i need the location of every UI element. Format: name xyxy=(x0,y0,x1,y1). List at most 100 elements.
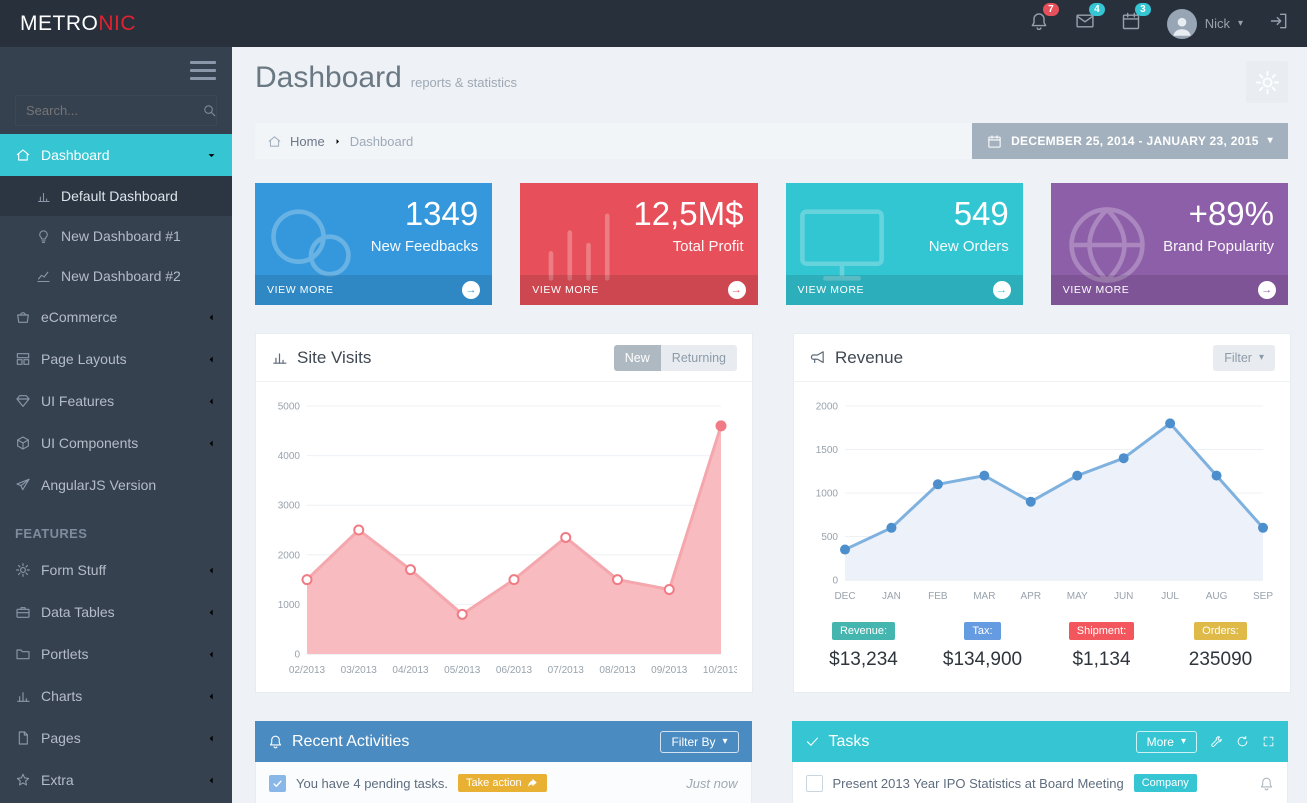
svg-text:JUN: JUN xyxy=(1114,591,1133,602)
sidebar-item-label: Portlets xyxy=(41,646,88,662)
refresh-icon[interactable] xyxy=(1236,735,1249,748)
stat-badge: Shipment: xyxy=(1069,622,1135,640)
bell-icon[interactable] xyxy=(1259,776,1274,791)
chevron-left-icon xyxy=(206,649,217,660)
stat-value: 549 xyxy=(786,183,1023,233)
sidebar-item-portlets[interactable]: Portlets xyxy=(0,633,232,675)
sidebar-item-angularjs-version[interactable]: AngularJS Version xyxy=(0,464,232,506)
view-more-button[interactable]: VIEW MORE→ xyxy=(1051,275,1288,305)
sidebar-item-pages[interactable]: Pages xyxy=(0,717,232,759)
revenue-summary-row: Revenue:$13,234Tax:$134,900Shipment:$1,1… xyxy=(794,613,1290,687)
view-more-label: VIEW MORE xyxy=(267,284,334,296)
chevron-left-icon xyxy=(206,775,217,786)
bar-chart-icon xyxy=(271,349,288,366)
sidebar-item-label: eCommerce xyxy=(41,309,117,325)
breadcrumb-home[interactable]: Home xyxy=(290,134,325,149)
wrench-icon[interactable] xyxy=(1210,735,1223,748)
calendar-tasks-button[interactable]: 3 xyxy=(1121,11,1141,36)
revenue-stat-orders: Orders:235090 xyxy=(1161,621,1280,671)
svg-text:4000: 4000 xyxy=(278,451,301,462)
sidebar-item-dashboard[interactable]: Dashboard xyxy=(0,134,232,176)
task-checkbox[interactable] xyxy=(806,775,823,792)
svg-text:MAY: MAY xyxy=(1067,591,1088,602)
send-icon xyxy=(15,477,31,493)
sidebar-subitem-default-dashboard[interactable]: Default Dashboard xyxy=(0,176,232,216)
user-menu[interactable]: Nick ▾ xyxy=(1167,9,1243,39)
arrow-circle-icon: → xyxy=(462,281,480,299)
sidebar-item-extra[interactable]: Extra xyxy=(0,759,232,801)
basket-icon xyxy=(15,309,31,325)
layouts-icon xyxy=(15,351,31,367)
svg-text:0: 0 xyxy=(294,650,300,661)
stat-label: New Feedbacks xyxy=(255,233,492,255)
chevron-left-icon xyxy=(206,396,217,407)
briefcase-icon xyxy=(15,604,31,620)
svg-text:APR: APR xyxy=(1020,591,1041,602)
svg-text:08/2013: 08/2013 xyxy=(599,665,636,676)
sidebar-item-ecommerce[interactable]: eCommerce xyxy=(0,296,232,338)
messages-button[interactable]: 4 xyxy=(1075,11,1095,36)
caret-down-icon: ▾ xyxy=(1238,19,1243,29)
chevron-left-icon xyxy=(206,691,217,702)
date-range-picker[interactable]: DECEMBER 25, 2014 - JANUARY 23, 2015 ▾ xyxy=(972,123,1288,159)
more-button[interactable]: More ▾ xyxy=(1136,731,1197,753)
sidebar-subitem-new-dashboard-1[interactable]: New Dashboard #1 xyxy=(0,216,232,256)
search-icon[interactable] xyxy=(202,103,217,118)
search-input[interactable] xyxy=(26,103,202,118)
page-settings-button[interactable] xyxy=(1246,61,1288,103)
stat-value: 1349 xyxy=(255,183,492,233)
tasks-tools: More ▾ xyxy=(1136,731,1275,753)
stat-badge: Tax: xyxy=(964,622,1000,640)
stat-badge: Orders: xyxy=(1194,622,1247,640)
revenue-stat-revenue: Revenue:$13,234 xyxy=(804,621,923,671)
activity-checkbox[interactable] xyxy=(269,775,286,792)
svg-text:MAR: MAR xyxy=(973,591,995,602)
notifications-button[interactable]: 7 xyxy=(1029,11,1049,36)
chevron-left-icon xyxy=(206,565,217,576)
dashboard-submenu: Default DashboardNew Dashboard #1New Das… xyxy=(0,176,232,296)
sidebar-item-form-stuff[interactable]: Form Stuff xyxy=(0,549,232,591)
logout-button[interactable] xyxy=(1269,11,1289,36)
task-company-badge[interactable]: Company xyxy=(1134,774,1197,792)
stat-tile-brand-popularity: +89%Brand PopularityVIEW MORE→ xyxy=(1051,183,1288,305)
sidebar-subitem-new-dashboard-2[interactable]: New Dashboard #2 xyxy=(0,256,232,296)
view-more-button[interactable]: VIEW MORE → xyxy=(255,275,492,305)
home-icon xyxy=(267,134,282,149)
tab-returning[interactable]: Returning xyxy=(661,345,737,371)
sidebar-item-page-layouts[interactable]: Page Layouts xyxy=(0,338,232,380)
svg-text:05/2013: 05/2013 xyxy=(444,665,481,676)
filter-by-button[interactable]: Filter By ▾ xyxy=(660,731,738,753)
megaphone-icon xyxy=(809,349,826,366)
visits-tab-group: New Returning xyxy=(614,345,737,371)
svg-text:06/2013: 06/2013 xyxy=(496,665,533,676)
view-more-button[interactable]: VIEW MORE→ xyxy=(786,275,1023,305)
sidebar-item-data-tables[interactable]: Data Tables xyxy=(0,591,232,633)
avatar xyxy=(1167,9,1197,39)
stat-tile-total-profit: 12,5M$Total ProfitVIEW MORE→ xyxy=(520,183,757,305)
chevron-down-icon xyxy=(206,150,217,161)
tab-new[interactable]: New xyxy=(614,345,661,371)
task-text: Present 2013 Year IPO Statistics at Boar… xyxy=(833,776,1124,791)
expand-icon[interactable] xyxy=(1262,735,1275,748)
stat-label: Total Profit xyxy=(520,233,757,255)
sidebar-item-ui-components[interactable]: UI Components xyxy=(0,422,232,464)
main-content: Dashboard reports & statistics Home Dash… xyxy=(232,47,1307,803)
sidebar-item-ui-features[interactable]: UI Features xyxy=(0,380,232,422)
site-visits-chart: 01000200030004000500002/201303/201304/20… xyxy=(256,382,752,687)
svg-text:FEB: FEB xyxy=(928,591,948,602)
sidebar-item-label: Charts xyxy=(41,688,82,704)
svg-text:10/2013: 10/2013 xyxy=(703,665,737,676)
revenue-stat-tax: Tax:$134,900 xyxy=(923,621,1042,671)
sidebar-item-charts[interactable]: Charts xyxy=(0,675,232,717)
sidebar-toggler-icon[interactable] xyxy=(190,61,216,80)
view-more-button[interactable]: VIEW MORE→ xyxy=(520,275,757,305)
bell-icon xyxy=(268,734,283,749)
stat-value: $13,234 xyxy=(804,649,923,671)
revenue-line-chart: 0500100015002000DECJANFEBMARAPRMAYJUNJUL… xyxy=(809,394,1275,608)
svg-text:JAN: JAN xyxy=(882,591,901,602)
logo[interactable]: METRONIC xyxy=(0,12,232,36)
revenue-filter-button[interactable]: Filter ▾ xyxy=(1213,345,1275,371)
take-action-badge[interactable]: Take action xyxy=(458,774,547,792)
page-subtitle: reports & statistics xyxy=(411,75,517,90)
svg-text:04/2013: 04/2013 xyxy=(392,665,429,676)
